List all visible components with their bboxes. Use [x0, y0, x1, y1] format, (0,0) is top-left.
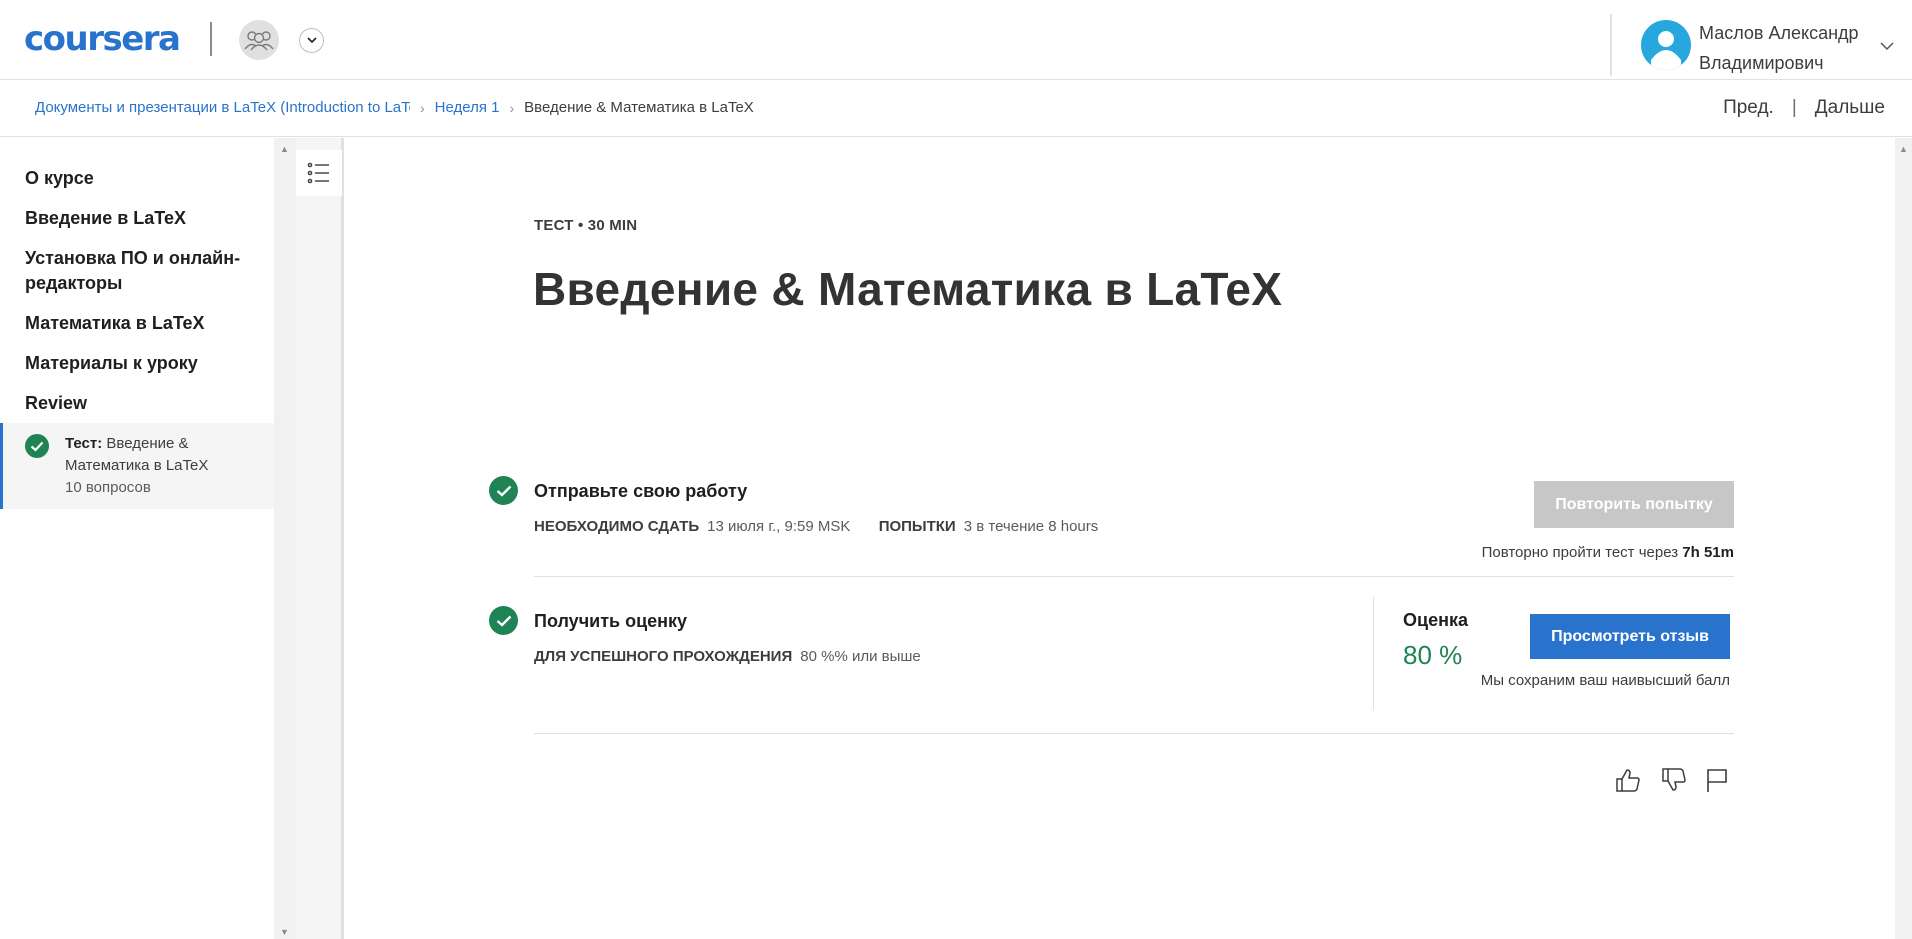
check-icon [25, 434, 49, 458]
pass-label: ДЛЯ УСПЕШНОГО ПРОХОЖДЕНИЯ [534, 648, 793, 665]
grade-label: Оценка [1403, 610, 1468, 630]
sidebar-item-materials[interactable]: Материалы к уроку [25, 351, 255, 376]
breadcrumb-course-link[interactable]: Документы и презентации в LaTeX (Introdu… [35, 99, 410, 116]
submit-title: Отправьте свою работу [534, 481, 748, 501]
user-name[interactable]: Маслов Александр Владимирович [1699, 18, 1899, 78]
section-divider [534, 733, 1734, 734]
user-menu-chevron-icon[interactable] [1880, 38, 1894, 56]
check-icon [489, 476, 518, 505]
grade-title: Получить оценку [534, 611, 688, 631]
nav-divider: | [1791, 97, 1797, 118]
list-icon[interactable] [296, 150, 342, 196]
coursera-logo[interactable]: coursera [24, 22, 181, 56]
main-scrollbar[interactable]: ▲ [1895, 138, 1912, 939]
next-link[interactable]: Дальше [1815, 97, 1885, 119]
flag-icon[interactable] [1703, 766, 1731, 794]
breadcrumb-bar: Документы и презентации в LaTeX (Introdu… [0, 81, 1912, 137]
page-title: Введение & Математика в LaTeX [533, 263, 1283, 315]
retry-note: Повторно пройти тест через 7h 51m [1482, 544, 1734, 561]
top-header: coursera Маслов Александр Владимирович [0, 0, 1912, 80]
logo-divider [210, 22, 212, 56]
prev-link[interactable]: Пред. [1723, 97, 1774, 119]
due-value: 13 июля г., 9:59 MSK [707, 518, 851, 535]
due-label: НЕОБХОДИМО СДАТЬ [534, 518, 700, 535]
chevron-right-icon: › [420, 99, 425, 116]
breadcrumb: Документы и презентации в LaTeX (Introdu… [35, 99, 754, 116]
sidebar-item-test[interactable]: Тест: Введение & Математика в LaTeX 10 в… [0, 423, 274, 509]
course-sidebar: О курсе Введение в LaTeX Установка ПО и … [0, 138, 274, 939]
retry-note-time: 7h 51m [1682, 544, 1734, 561]
item-type-label: ТЕСТ • 30 MIN [534, 217, 638, 234]
item-navigation: Пред. | Дальше [1723, 97, 1885, 119]
scroll-up-icon[interactable]: ▲ [280, 144, 289, 154]
user-avatar-icon[interactable] [1641, 20, 1691, 70]
submit-meta: НЕОБХОДИМО СДАТЬ 13 июля г., 9:59 MSK ПОП… [534, 518, 1098, 535]
attempts-value: 3 в течение 8 hours [963, 518, 1099, 535]
chevron-right-icon: › [509, 99, 515, 116]
breadcrumb-week-link[interactable]: Неделя 1 [435, 99, 500, 116]
breadcrumb-current: Введение & Математика в LaTeX [524, 99, 754, 116]
sidebar-item-intro[interactable]: Введение в LaTeX [25, 206, 255, 231]
thumbs-up-icon[interactable] [1614, 766, 1642, 794]
highest-score-note: Мы сохраним ваш наивысший балл [1480, 672, 1730, 689]
attempts-label: ПОПЫТКИ [878, 518, 956, 535]
sidebar-scrollbar[interactable]: ▲ ▼ [274, 138, 296, 939]
retry-note-text: Повторно пройти тест через [1481, 544, 1679, 561]
chevron-down-icon[interactable] [299, 28, 324, 53]
sidebar-item-review[interactable]: Review [25, 391, 255, 416]
thumbs-down-icon[interactable] [1660, 766, 1688, 794]
scroll-down-icon[interactable]: ▼ [280, 927, 289, 937]
section-divider [534, 576, 1734, 577]
grade-meta: ДЛЯ УСПЕШНОГО ПРОХОЖДЕНИЯ 80 %% или выше [534, 648, 921, 665]
check-icon [489, 606, 518, 635]
sidebar-test-label: Тест: Введение & Математика в LaTeX [65, 433, 265, 477]
sidebar-test-prefix: Тест: [65, 435, 103, 452]
grade-value: 80 % [1403, 640, 1463, 670]
sidebar-item-about[interactable]: О курсе [25, 166, 255, 191]
view-feedback-button[interactable]: Просмотреть отзыв [1530, 614, 1730, 659]
grade-divider [1373, 597, 1374, 710]
retry-button[interactable]: Повторить попытку [1534, 481, 1734, 528]
header-divider [1610, 14, 1612, 76]
group-icon[interactable] [239, 20, 279, 60]
sidebar-test-count: 10 вопросов [65, 479, 151, 496]
sidebar-toggle-column [296, 138, 344, 939]
sidebar-item-install[interactable]: Установка ПО и онлайн-редакторы [25, 246, 255, 296]
sidebar-item-math[interactable]: Математика в LaTeX [25, 311, 255, 336]
scroll-up-icon[interactable]: ▲ [1899, 144, 1908, 154]
pass-value: 80 %% или выше [800, 648, 921, 665]
